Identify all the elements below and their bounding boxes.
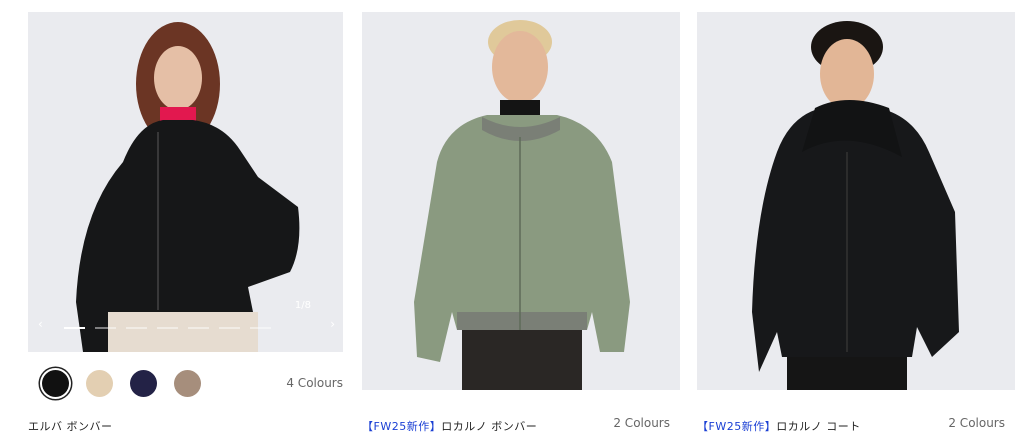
carousel-dot[interactable] xyxy=(219,327,240,329)
colour-count: 4 Colours xyxy=(286,376,343,390)
product-title: ロカルノ コート xyxy=(776,420,861,433)
product-title: ロカルノ ボンバー xyxy=(441,420,538,433)
colour-swatch-black[interactable] xyxy=(42,370,69,397)
product-name[interactable]: エルバ ボンバー xyxy=(28,418,113,434)
carousel-dot[interactable] xyxy=(250,327,271,329)
chevron-right-icon[interactable]: › xyxy=(330,318,335,330)
carousel-dot[interactable] xyxy=(188,327,209,329)
chevron-left-icon[interactable]: ‹ xyxy=(38,318,43,330)
product-name[interactable]: 【FW25新作】ロカルノ コート xyxy=(697,418,861,434)
product-image[interactable] xyxy=(362,12,680,390)
product-photo-man-black-coat xyxy=(697,12,1015,390)
colour-swatch-taupe[interactable] xyxy=(174,370,201,397)
carousel-dot[interactable] xyxy=(126,327,147,329)
product-image[interactable]: 1/8 ‹ › xyxy=(28,12,343,352)
colour-swatches xyxy=(42,370,201,397)
carousel-dot[interactable] xyxy=(95,327,116,329)
carousel-dot[interactable] xyxy=(157,327,178,329)
colour-swatch-navy[interactable] xyxy=(130,370,157,397)
image-counter: 1/8 xyxy=(294,300,311,311)
product-photo-man-green-bomber xyxy=(362,12,680,390)
carousel-dot[interactable] xyxy=(64,327,85,329)
product-image[interactable] xyxy=(697,12,1015,390)
product-title: エルバ ボンバー xyxy=(28,420,113,433)
new-tag: 【FW25新作】 xyxy=(362,420,442,433)
product-card-elba-bomber[interactable]: 1/8 ‹ › 4 Colours エルバ ボンバー xyxy=(28,12,343,433)
new-tag: 【FW25新作】 xyxy=(697,420,777,433)
colour-count: 2 Colours xyxy=(613,416,670,430)
product-name[interactable]: 【FW25新作】ロカルノ ボンバー xyxy=(362,418,537,434)
colour-swatch-beige[interactable] xyxy=(86,370,113,397)
product-card-locarno-bomber[interactable]: 【FW25新作】ロカルノ ボンバー 2 Colours xyxy=(362,12,680,433)
colour-count: 2 Colours xyxy=(948,416,1005,430)
carousel-dots xyxy=(64,327,271,329)
product-card-locarno-coat[interactable]: 【FW25新作】ロカルノ コート 2 Colours xyxy=(697,12,1015,433)
